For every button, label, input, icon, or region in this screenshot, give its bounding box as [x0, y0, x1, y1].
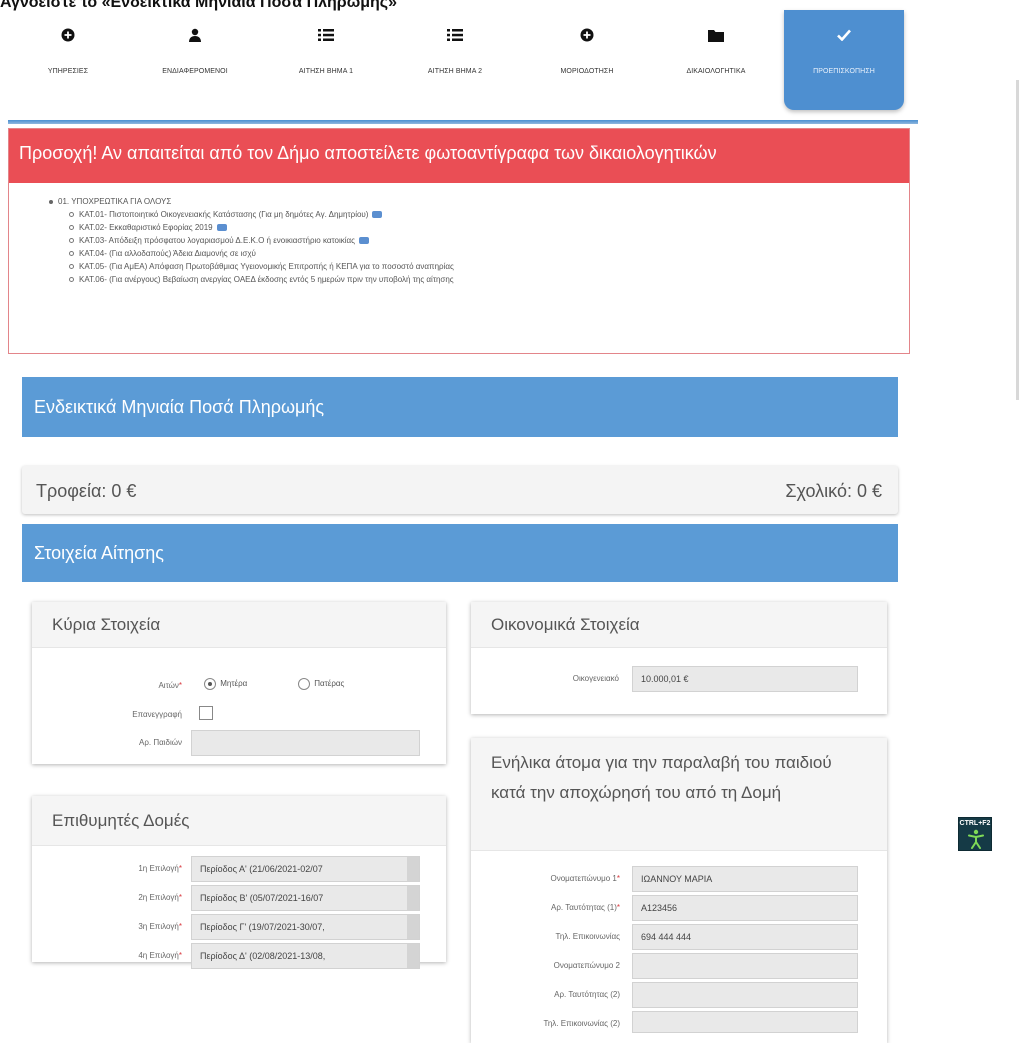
school-amount: Σχολικό: 0 €: [785, 481, 882, 501]
card-title: Επιθυμητές Δομές: [32, 796, 446, 846]
plus-circle-icon: [57, 24, 79, 46]
radio-mother-control[interactable]: [204, 678, 216, 690]
children-count-input[interactable]: [191, 730, 420, 756]
step-label: ΔΙΚΑΙΟΛΟΓΗΤΙΚΑ: [686, 68, 746, 75]
check-icon: [833, 24, 855, 46]
payments-summary: Τροφεία: 0 € Σχολικό: 0 €: [22, 466, 898, 514]
family-income-label: Οικογενειακό: [572, 674, 619, 683]
chevron-down-icon: [407, 857, 419, 881]
applicant-label: Αιτών*: [158, 681, 182, 690]
chevron-down-icon: [407, 944, 419, 968]
application-panel-title: Στοιχεία Αίτησης: [22, 524, 898, 582]
card-title: Οικονομικά Στοιχεία: [471, 602, 887, 648]
step-documents[interactable]: ΔΙΚΑΙΟΛΟΓΗΤΙΚΑ: [656, 10, 776, 110]
card-title: Κύρια Στοιχεία: [32, 602, 446, 648]
step-label: ΕΝΔΙΑΦΕΡΟΜΕΝΟΙ: [162, 68, 228, 75]
adult-1-id-input[interactable]: Α123456: [632, 895, 858, 921]
choice-4-select[interactable]: Περίοδος Δ' (02/08/2021-13/08,: [191, 943, 420, 969]
category-item: 01. ΥΠΟΧΡΕΩΤΙΚΑ ΓΙΑ ΟΛΟΥΣ: [49, 197, 909, 206]
adult-2-id-input[interactable]: [632, 982, 858, 1008]
choice-3-select[interactable]: Περίοδος Γ' (19/07/2021-30/07,: [191, 914, 420, 940]
wizard-steps: ΥΠΗΡΕΣΙΕΣ ΕΝΔΙΑΦΕΡΟΜΕΝΟΙ ΑΙΤΗΣΗ ΒΗΜΑ 1 Α…: [8, 10, 918, 122]
main-info-card: Κύρια Στοιχεία Αιτών* Μητέρα Πατέρας Επα…: [32, 602, 446, 764]
document-item: ΚΑΤ.02- Εκκαθαριστικό Εφορίας 2019: [69, 223, 909, 232]
reregister-checkbox[interactable]: [199, 706, 213, 720]
radio-father-control[interactable]: [298, 678, 310, 690]
document-item: ΚΑΤ.05- (Για ΑμΕΑ) Απόφαση Πρωτοβάθμιας …: [69, 262, 909, 271]
document-item: ΚΑΤ.06- (Για ανέργους) Βεβαίωση ανεργίας…: [69, 275, 909, 284]
choice-1-label: 1η Επιλογή*: [138, 864, 182, 873]
accessibility-person-icon: [968, 829, 984, 854]
document-list: ΚΑΤ.01- Πιστοποιητικό Οικογενειακής Κατά…: [69, 210, 909, 284]
chevron-down-icon: [407, 886, 419, 910]
adult-2-phone-input[interactable]: [632, 1011, 858, 1033]
download-icon[interactable]: [359, 237, 370, 245]
authorized-adults-card: Ενήλικα άτομα για την παραλαβή του παιδι…: [471, 738, 887, 1043]
download-icon[interactable]: [372, 211, 383, 219]
adult-1-phone-label: Τηλ. Επικοινωνίας: [555, 932, 620, 941]
step-label: ΑΙΤΗΣΗ ΒΗΜΑ 2: [427, 68, 483, 75]
choice-1-select[interactable]: Περίοδος Α' (21/06/2021-02/07: [191, 856, 420, 882]
financial-card: Οικονομικά Στοιχεία Οικογενειακό 10.000,…: [471, 602, 887, 714]
adult-2-name-input[interactable]: [632, 953, 858, 979]
payments-panel-title: Ενδεικτικά Μηνιαία Ποσά Πληρωμής: [22, 377, 898, 437]
list-icon: [444, 24, 466, 46]
step-preview[interactable]: ΠΡΟΕΠΙΣΚΟΠΗΣΗ: [784, 10, 904, 110]
step-label: ΥΠΗΡΕΣΙΕΣ: [47, 68, 89, 75]
family-income-input[interactable]: 10.000,01 €: [632, 666, 858, 692]
step-interested-parties[interactable]: ΕΝΔΙΑΦΕΡΟΜΕΝΟΙ: [135, 10, 255, 110]
radio-mother[interactable]: Μητέρα: [204, 678, 247, 690]
adult-2-phone-label: Τηλ. Επικοινωνίας (2): [543, 1019, 620, 1028]
adult-1-name-label: Ονοματεπώνυμο 1*: [550, 874, 620, 883]
document-item: ΚΑΤ.01- Πιστοποιητικό Οικογενειακής Κατά…: [69, 210, 909, 219]
adult-2-id-label: Αρ. Ταυτότητας (2): [554, 990, 620, 999]
radio-father[interactable]: Πατέρας: [298, 678, 344, 690]
list-icon: [315, 24, 337, 46]
document-item: ΚΑΤ.04- (Για αλλοδαπούς) Άδεια Διαμονής …: [69, 249, 909, 258]
step-label: ΑΙΤΗΣΗ ΒΗΜΑ 1: [298, 68, 354, 75]
alert-body: 01. ΥΠΟΧΡΕΩΤΙΚΑ ΓΙΑ ΟΛΟΥΣ ΚΑΤ.01- Πιστοπ…: [9, 183, 909, 284]
step-application-1[interactable]: ΑΙΤΗΣΗ ΒΗΜΑ 1: [266, 10, 386, 110]
reregister-label: Επανεγγραφή: [132, 710, 182, 719]
children-label: Αρ. Παιδιών: [139, 738, 182, 747]
user-icon: [184, 24, 206, 46]
adult-1-name-input[interactable]: ΙΩΑΝΝΟΥ ΜΑΡΙΑ: [632, 866, 858, 892]
folder-icon: [705, 24, 727, 46]
choice-3-label: 3η Επιλογή*: [138, 922, 182, 931]
step-label: ΜΟΡΙΟΔΟΤΗΣΗ: [560, 68, 614, 75]
choice-2-label: 2η Επιλογή*: [138, 893, 182, 902]
chevron-down-icon: [407, 915, 419, 939]
adult-1-id-label: Αρ. Ταυτότητας (1)*: [551, 903, 620, 912]
documents-alert: Προσοχή! Αν απαιτείται από τον Δήμο αποσ…: [8, 128, 910, 354]
step-application-2[interactable]: ΑΙΤΗΣΗ ΒΗΜΑ 2: [395, 10, 515, 110]
step-label: ΠΡΟΕΠΙΣΚΟΠΗΣΗ: [813, 68, 875, 75]
alert-title: Προσοχή! Αν απαιτείται από τον Δήμο αποσ…: [9, 129, 909, 183]
step-scoring[interactable]: ΜΟΡΙΟΔΟΤΗΣΗ: [527, 10, 647, 110]
download-icon[interactable]: [216, 224, 227, 232]
step-services[interactable]: ΥΠΗΡΕΣΙΕΣ: [8, 10, 128, 110]
plus-circle-icon: [576, 24, 598, 46]
document-item: ΚΑΤ.03- Απόδειξη πρόσφατου λογαριασμού Δ…: [69, 236, 909, 245]
preferred-structures-card: Επιθυμητές Δομές 1η Επιλογή* Περίοδος Α'…: [32, 796, 446, 969]
accessibility-shortcut: CTRL+F2: [959, 820, 991, 827]
card-title: Ενήλικα άτομα για την παραλαβή του παιδι…: [471, 738, 887, 851]
wizard-progress-line: [8, 120, 918, 124]
adult-1-phone-input[interactable]: 694 444 444: [632, 924, 858, 950]
fees-amount: Τροφεία: 0 €: [36, 481, 137, 501]
choice-4-label: 4η Επιλογή*: [138, 951, 182, 960]
accessibility-button[interactable]: CTRL+F2: [958, 817, 992, 851]
choice-2-select[interactable]: Περίοδος Β' (05/07/2021-16/07: [191, 885, 420, 911]
adult-2-name-label: Ονοματεπώνυμο 2: [553, 961, 620, 970]
